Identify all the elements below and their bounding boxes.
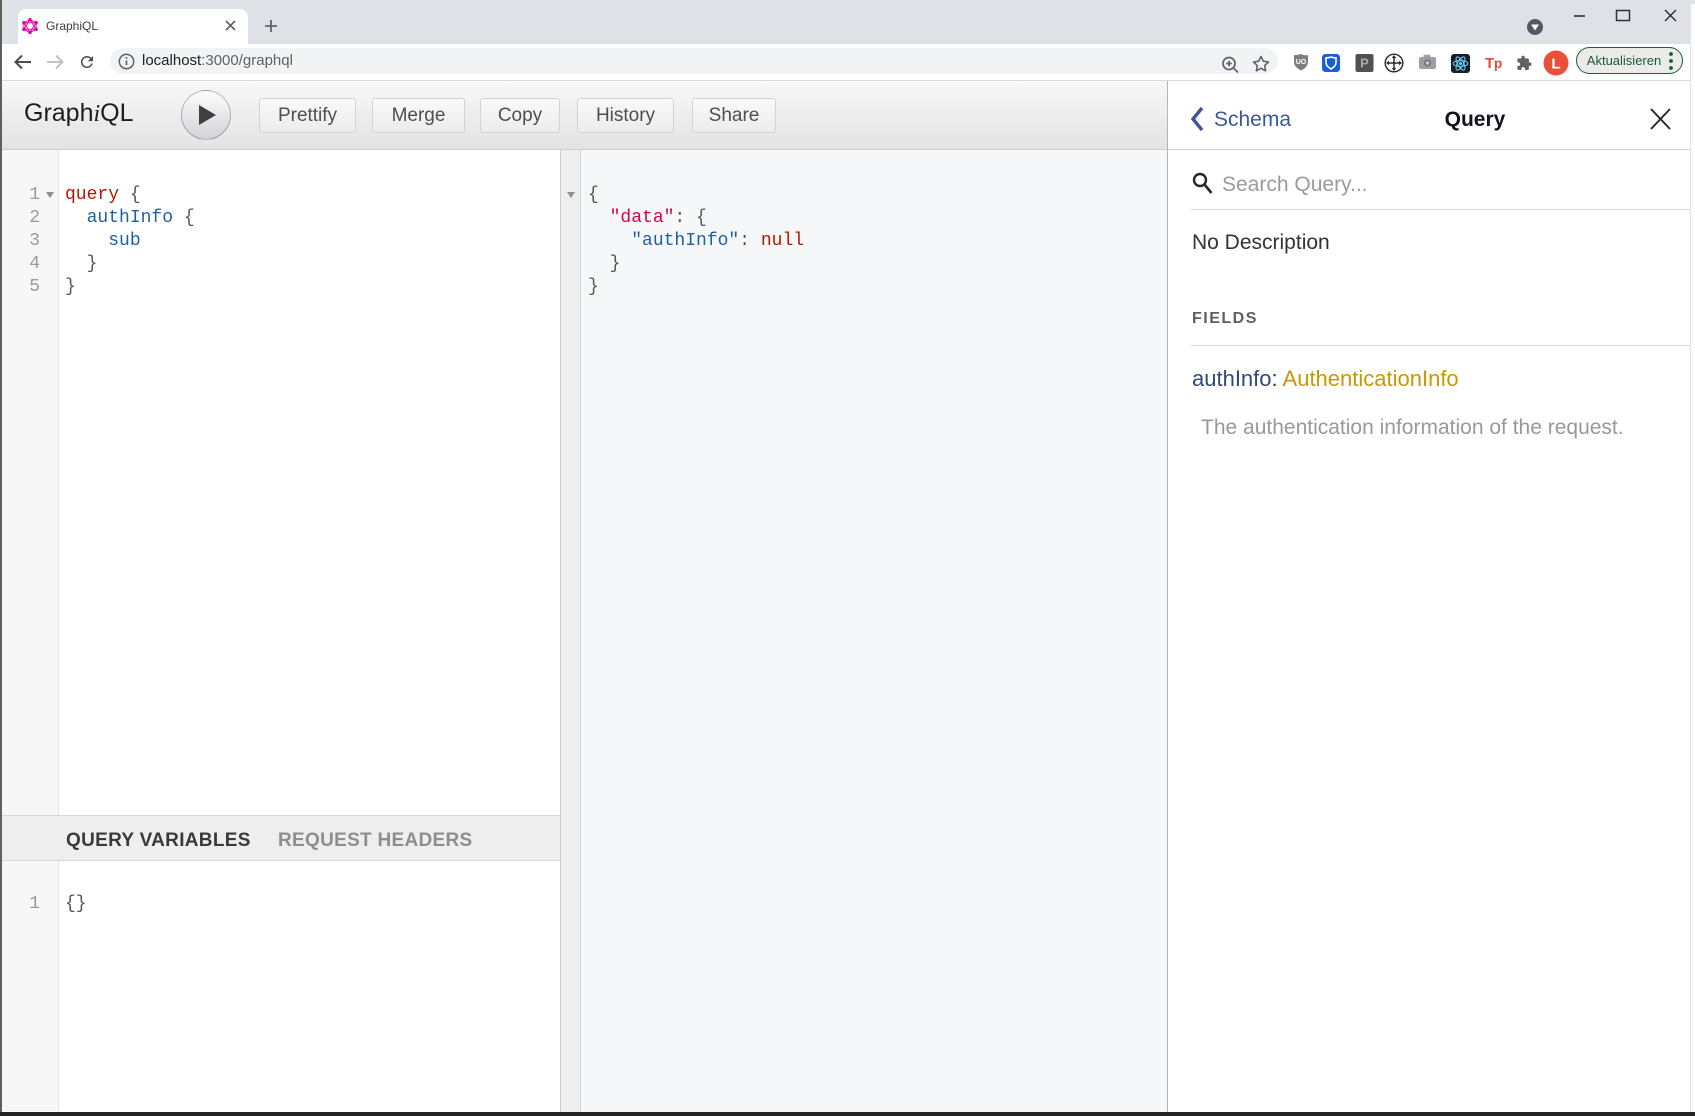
svg-text:UO: UO bbox=[1296, 59, 1307, 66]
svg-text:P: P bbox=[1360, 56, 1369, 71]
svg-text:L: L bbox=[1551, 56, 1560, 73]
svg-text:p: p bbox=[1494, 56, 1502, 71]
svg-text:T: T bbox=[1485, 55, 1494, 72]
